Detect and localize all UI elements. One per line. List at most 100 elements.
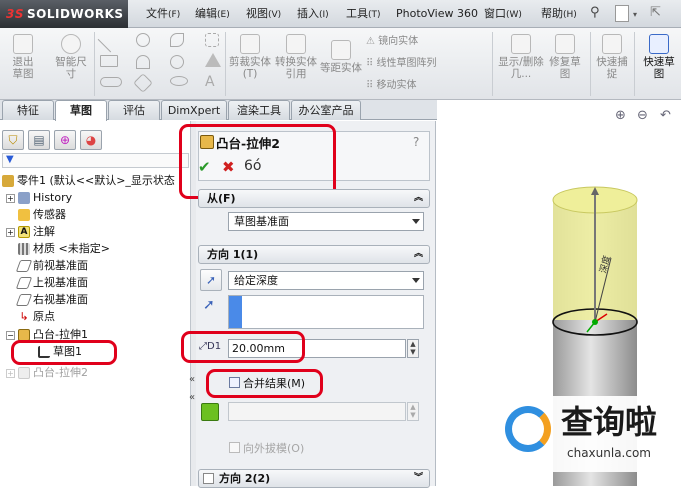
annotation-icon: A bbox=[18, 226, 30, 238]
tree-item-annotations[interactable]: + A 注解 bbox=[6, 223, 55, 240]
mirror-entities-button[interactable]: ⚠ 镜向实体 bbox=[366, 35, 418, 48]
display-delete-relations-button[interactable]: 显示/删除几... bbox=[498, 34, 544, 80]
expand-icon[interactable]: + bbox=[6, 193, 15, 203]
tab-evaluate[interactable]: 评估 bbox=[108, 100, 160, 120]
material-icon bbox=[18, 243, 30, 255]
direction2-section-header[interactable]: 方向 2(2) ︾ bbox=[198, 469, 430, 488]
plane-icon bbox=[15, 294, 33, 306]
quick-snaps-icon bbox=[602, 34, 622, 54]
tree-item-history[interactable]: + History bbox=[6, 189, 72, 206]
watermark-logo-icon bbox=[505, 406, 551, 452]
end-condition-select[interactable]: 给定深度 bbox=[228, 271, 424, 290]
part-icon bbox=[2, 175, 14, 187]
origin-icon: ↳ bbox=[19, 310, 29, 323]
tab-dimxpert[interactable]: DimXpert bbox=[161, 100, 227, 120]
circle-tool-icon[interactable] bbox=[136, 33, 150, 47]
construction-geometry-icon[interactable] bbox=[205, 33, 219, 47]
repair-sketch-button[interactable]: 修复草图 bbox=[548, 34, 582, 80]
watermark: 查询啦 chaxunla.com bbox=[499, 396, 673, 472]
arc-tool-icon[interactable] bbox=[136, 55, 150, 69]
collapse-pane-icon[interactable]: « bbox=[189, 392, 195, 403]
direction1-section-header[interactable]: 方向 1(1) ︽ bbox=[198, 245, 430, 264]
tree-filter-bar[interactable]: ▼ bbox=[2, 153, 189, 168]
tree-item-front-plane[interactable]: 前视基准面 bbox=[15, 257, 88, 274]
rectangle-tool-icon[interactable] bbox=[100, 55, 118, 67]
draft-feature-icon[interactable] bbox=[201, 403, 219, 421]
menu-insert[interactable]: 插入(I) bbox=[297, 0, 329, 28]
solidworks-logo: 3S SOLIDWORKS bbox=[0, 0, 128, 28]
convert-entities-button[interactable]: 转换实体引用 bbox=[274, 34, 318, 80]
draft-angle-input[interactable] bbox=[228, 402, 406, 421]
tab-render-tools[interactable]: 渲染工具 bbox=[228, 100, 290, 120]
tree-root-part[interactable]: 零件1 (默认<<默认>_显示状态 bbox=[2, 172, 175, 189]
dropdown-arrow-icon[interactable]: ▾ bbox=[633, 10, 637, 19]
menu-photoview[interactable]: PhotoView 360 bbox=[396, 0, 478, 28]
open-folder-icon[interactable]: ⇱ bbox=[650, 6, 666, 20]
trim-entities-button[interactable]: 剪裁实体(T) bbox=[229, 34, 271, 80]
tree-item-sensors[interactable]: 传感器 bbox=[18, 206, 66, 223]
ribbon-separator bbox=[634, 32, 635, 96]
filter-icon: ▼ bbox=[6, 154, 14, 165]
expand-section-icon[interactable]: ︾ bbox=[414, 470, 423, 487]
tab-office-products[interactable]: 办公室产品 bbox=[291, 100, 361, 120]
menu-edit[interactable]: 编辑(E) bbox=[195, 0, 230, 28]
display-manager-tab-icon[interactable]: ◕ bbox=[80, 130, 102, 150]
slot-tool-icon[interactable] bbox=[100, 77, 122, 87]
move-entities-button[interactable]: ⠿ 移动实体 bbox=[366, 79, 417, 92]
direction-reference-box[interactable] bbox=[228, 295, 424, 329]
draft-angle-spinner[interactable]: ▲ ▼ bbox=[407, 402, 419, 421]
smart-dimension-icon bbox=[61, 34, 81, 54]
ribbon-separator bbox=[492, 32, 493, 96]
ellipse-tool-icon[interactable] bbox=[170, 76, 188, 86]
new-document-icon[interactable] bbox=[615, 5, 629, 22]
tree-item-origin[interactable]: ↳ 原点 bbox=[18, 308, 55, 325]
expand-icon[interactable]: + bbox=[6, 227, 15, 237]
spline-tool-icon[interactable] bbox=[170, 33, 184, 47]
direction-vector-icon: ➚ bbox=[203, 297, 215, 313]
extrude-feature-icon bbox=[18, 367, 30, 379]
configuration-tab-icon[interactable]: ⊕ bbox=[54, 130, 76, 150]
highlight-sketch1 bbox=[11, 340, 117, 365]
depth-spinner[interactable]: ▲ ▼ bbox=[407, 339, 419, 358]
menu-window[interactable]: 窗口(W) bbox=[484, 0, 522, 28]
linear-pattern-button[interactable]: ⠿ 线性草图阵列 bbox=[366, 57, 437, 70]
collapse-icon[interactable]: − bbox=[6, 330, 15, 340]
origin-point bbox=[592, 319, 598, 325]
tree-item-material[interactable]: 材质 <未指定> bbox=[18, 240, 110, 257]
tree-item-right-plane[interactable]: 右视基准面 bbox=[15, 291, 88, 308]
menu-tools[interactable]: 工具(T) bbox=[346, 0, 381, 28]
rapid-sketch-button[interactable]: 快速草图 bbox=[640, 34, 678, 80]
offset-entities-button[interactable]: 等距实体 bbox=[320, 40, 362, 74]
draft-outward-checkbox[interactable] bbox=[229, 442, 240, 453]
collapse-section-icon[interactable]: ︽ bbox=[414, 190, 423, 207]
plane-tool-icon[interactable] bbox=[205, 53, 221, 67]
rapid-sketch-icon bbox=[649, 34, 669, 54]
collapse-pane-icon[interactable]: « bbox=[189, 374, 195, 385]
expand-icon[interactable]: + bbox=[6, 368, 15, 378]
exit-sketch-icon bbox=[13, 34, 33, 54]
smart-dimension-button[interactable]: 智能尺寸 bbox=[54, 34, 88, 80]
active-selection-indicator bbox=[229, 296, 242, 328]
tree-item-top-plane[interactable]: 上视基准面 bbox=[15, 274, 88, 291]
text-tool-icon[interactable]: A bbox=[205, 74, 215, 90]
offset-icon bbox=[331, 40, 351, 60]
quick-snaps-button[interactable]: 快速捕捉 bbox=[595, 34, 629, 80]
direction2-checkbox[interactable] bbox=[203, 473, 214, 484]
menu-help[interactable]: 帮助(H) bbox=[541, 0, 577, 28]
from-select[interactable]: 草图基准面 bbox=[228, 212, 424, 231]
feature-tree-tab-icon[interactable]: ⛉ bbox=[2, 130, 24, 150]
property-manager-tab-icon[interactable]: ▤ bbox=[28, 130, 50, 150]
exit-sketch-button[interactable]: 退出草图 bbox=[8, 34, 38, 80]
menu-view[interactable]: 视图(V) bbox=[246, 0, 281, 28]
pin-icon[interactable]: ⚲ bbox=[590, 6, 604, 20]
sensor-icon bbox=[18, 209, 30, 221]
tab-features[interactable]: 特征 bbox=[2, 100, 54, 120]
collapse-section-icon[interactable]: ︽ bbox=[414, 246, 423, 263]
menu-file[interactable]: 文件(F) bbox=[146, 0, 180, 28]
watermark-url: chaxunla.com bbox=[567, 446, 651, 460]
from-section-header[interactable]: 从(F) ︽ bbox=[198, 189, 430, 208]
tree-item-boss-extrude2[interactable]: + 凸台-拉伸2 bbox=[6, 364, 88, 381]
help-icon[interactable]: ? bbox=[413, 135, 419, 149]
reverse-direction-icon[interactable]: ➚ bbox=[200, 269, 222, 291]
tab-sketch[interactable]: 草图 bbox=[55, 100, 107, 121]
